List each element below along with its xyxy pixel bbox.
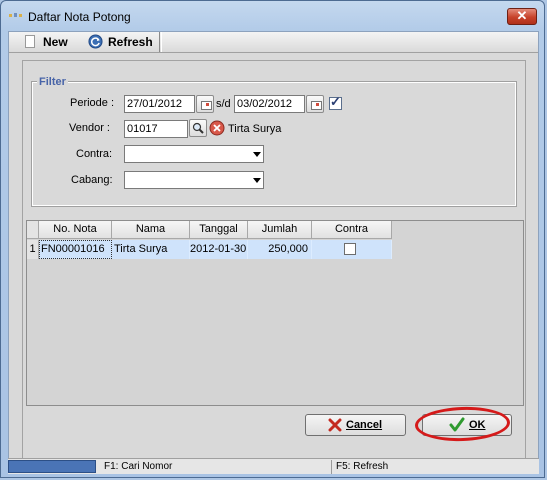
periode-label: Periode : (70, 97, 115, 109)
status-bar: F1: Cari Nomor F5: Refresh (8, 458, 539, 474)
cell-jumlah[interactable]: 250,000 (248, 240, 312, 259)
cabang-label: Cabang: (71, 174, 113, 186)
vendor-name: Tirta Surya (228, 123, 282, 135)
window-title: Daftar Nota Potong (28, 10, 131, 24)
vendor-search-button[interactable] (189, 119, 207, 137)
toolbar-separator-highlight (161, 32, 162, 52)
column-header-no-nota[interactable]: No. Nota (39, 221, 112, 239)
status-hint-f1: F1: Cari Nomor (100, 460, 332, 474)
contra-checkbox[interactable] (344, 243, 356, 255)
close-icon: ✕ (516, 8, 528, 23)
date-to-picker-button[interactable] (306, 95, 324, 113)
nota-grid[interactable]: No. Nota Nama Tanggal Jumlah Contra 1 FN… (26, 220, 524, 406)
chevron-down-icon (253, 178, 261, 183)
status-progress (8, 460, 96, 473)
new-button[interactable]: New (25, 34, 71, 50)
vendor-code-field[interactable]: 01017 (124, 120, 188, 138)
cancel-x-icon (328, 418, 342, 432)
calendar-icon (311, 101, 322, 110)
sd-label: s/d (216, 98, 231, 110)
date-to-field[interactable]: 03/02/2012 (234, 95, 305, 113)
cancel-button[interactable]: Cancel (305, 414, 406, 436)
checkmark-icon: ✓ (330, 94, 341, 109)
status-hint-f5: F5: Refresh (336, 461, 389, 472)
vendor-label: Vendor : (69, 122, 110, 134)
row-header[interactable]: 1 (27, 240, 39, 259)
periode-checkbox[interactable]: ✓ (329, 94, 342, 110)
refresh-button-label: Refresh (108, 35, 153, 49)
title-bar[interactable]: Daftar Nota Potong ✕ (1, 1, 544, 31)
new-button-label: New (43, 35, 68, 49)
cell-nama[interactable]: Tirta Surya (112, 240, 190, 259)
contra-label: Contra: (76, 148, 113, 160)
vendor-clear-button[interactable] (209, 120, 225, 136)
date-from-picker-button[interactable] (196, 95, 214, 113)
cancel-button-label: Cancel (346, 419, 383, 431)
app-icon (9, 13, 22, 17)
column-header-nama[interactable]: Nama (112, 221, 190, 239)
grid-corner (27, 221, 39, 239)
date-from-field[interactable]: 27/01/2012 (124, 95, 195, 113)
search-icon (192, 122, 204, 134)
toolbar: New Refresh (9, 32, 538, 53)
toolbar-separator (159, 32, 160, 52)
column-header-jumlah[interactable]: Jumlah (248, 221, 312, 239)
chevron-down-icon (253, 152, 261, 157)
new-document-icon (25, 35, 35, 48)
dialog-window: Daftar Nota Potong ✕ New Refresh Filter … (0, 0, 545, 478)
cell-tanggal[interactable]: 2012-01-30 (190, 240, 248, 259)
close-button[interactable]: ✕ (507, 8, 537, 25)
refresh-button[interactable]: Refresh (88, 34, 158, 50)
refresh-icon (88, 34, 103, 49)
filter-legend: Filter (37, 76, 68, 88)
column-header-contra[interactable]: Contra (312, 221, 392, 239)
cell-no-nota[interactable]: FN00001016 (39, 240, 112, 259)
contra-dropdown[interactable] (124, 145, 264, 163)
cabang-dropdown[interactable] (124, 171, 264, 189)
column-header-tanggal[interactable]: Tanggal (190, 221, 248, 239)
cell-contra[interactable] (312, 240, 392, 259)
clear-icon (209, 120, 225, 136)
filter-group: Filter Periode : 27/01/2012 s/d 03/02/20… (31, 76, 517, 207)
client-area: New Refresh Filter Periode : 27/01/2012 (8, 31, 539, 471)
calendar-icon (201, 101, 212, 110)
